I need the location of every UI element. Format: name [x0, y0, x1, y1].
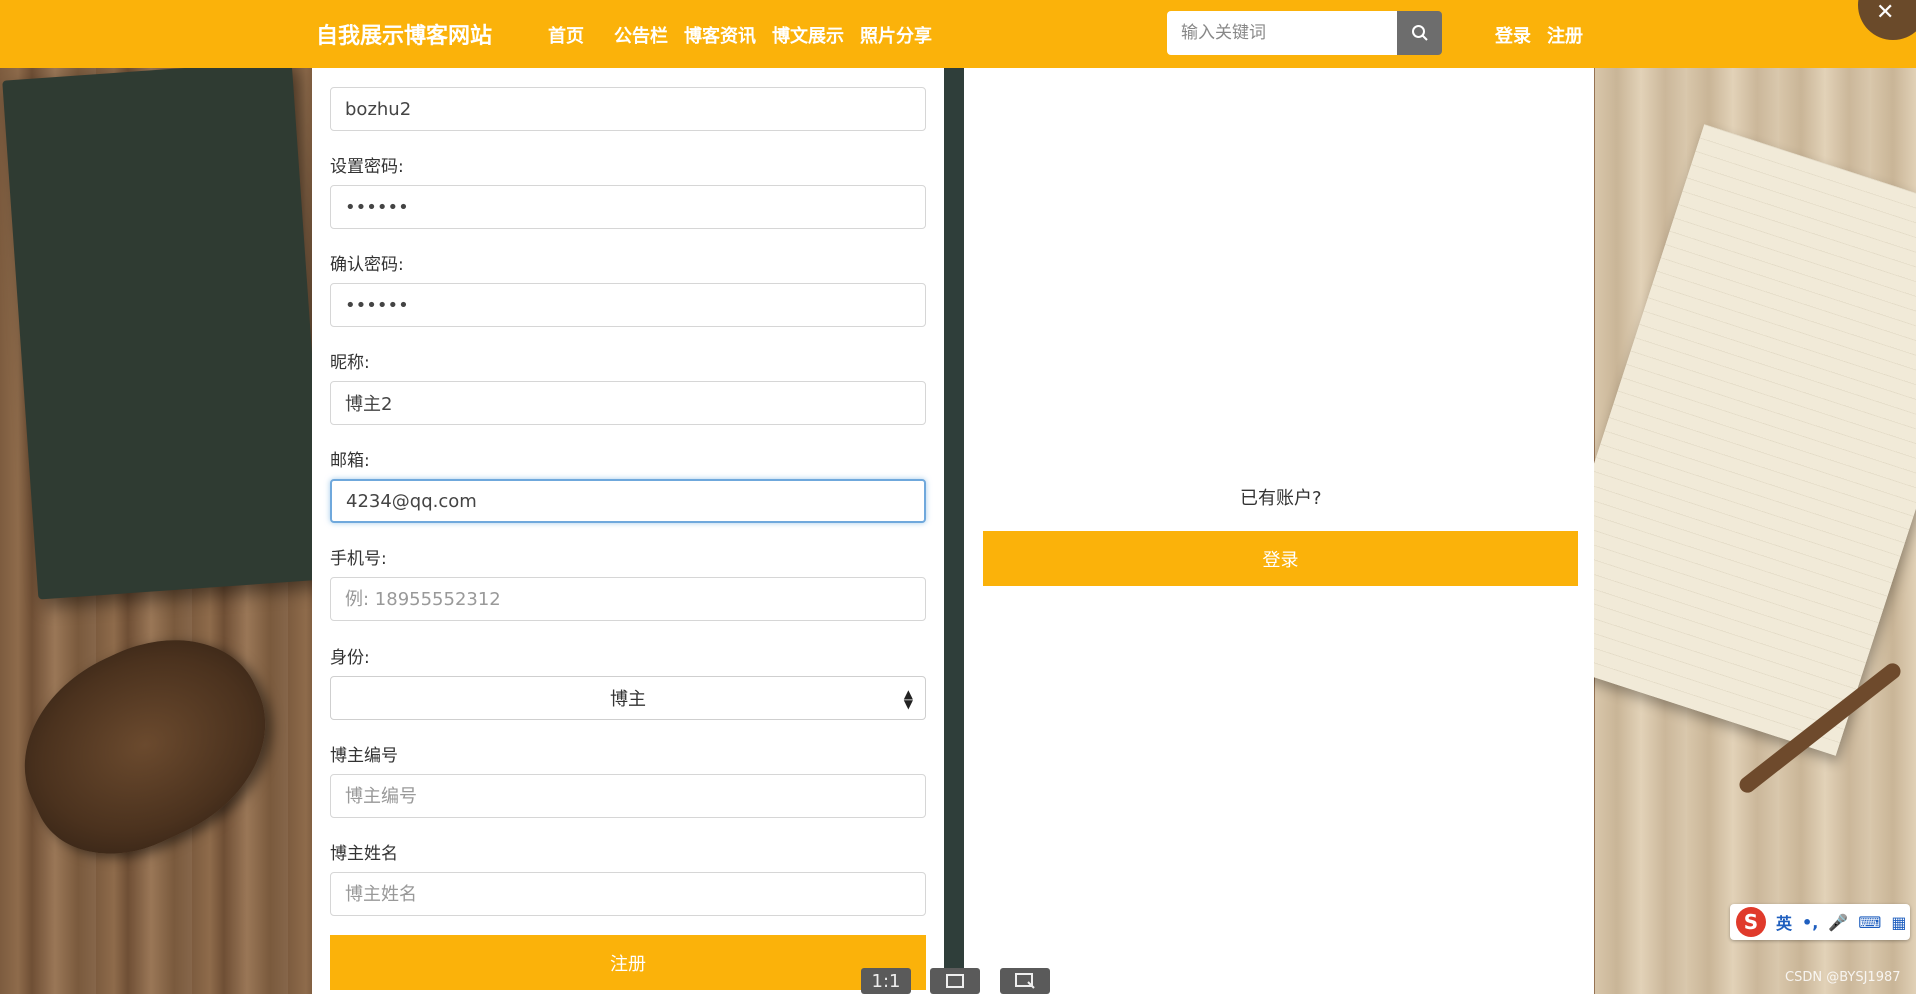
search-icon — [1411, 25, 1428, 41]
close-icon[interactable]: ✕ — [1876, 0, 1894, 25]
fit-window-button[interactable] — [930, 968, 980, 994]
auth-links: 登录 注册 — [1495, 22, 1583, 48]
grid-menu-icon[interactable]: ▦ — [1891, 913, 1906, 932]
screen-mode-icon — [1015, 973, 1035, 989]
search-bar — [1167, 11, 1442, 55]
select-arrows-icon: ▲ ▼ — [903, 687, 913, 711]
ime-logo-icon: S — [1736, 907, 1766, 937]
blogger-id-label: 博主编号 — [330, 746, 398, 766]
account-field[interactable] — [330, 87, 926, 131]
nav-home[interactable]: 首页 — [548, 22, 584, 48]
nav-bulletin[interactable]: 公告栏 — [614, 22, 668, 48]
blogger-id-field[interactable] — [330, 774, 926, 818]
phone-field[interactable] — [330, 577, 926, 621]
ime-toolbar[interactable]: S 英 •, 🎤 ⌨ ▦ — [1730, 904, 1910, 940]
actual-size-button[interactable]: 1:1 — [861, 968, 911, 994]
watermark: CSDN @BYSJ1987 — [1785, 970, 1901, 985]
blogger-name-label: 博主姓名 — [330, 844, 398, 864]
email-label: 邮箱: — [330, 451, 370, 471]
confirm-password-label: 确认密码: — [330, 255, 404, 275]
nav-post-showcase[interactable]: 博文展示 — [772, 22, 844, 48]
email-field[interactable] — [330, 479, 926, 523]
nav-photo-share[interactable]: 照片分享 — [860, 22, 932, 48]
phone-label: 手机号: — [330, 549, 387, 569]
fit-window-icon — [946, 974, 964, 988]
header-register-link[interactable]: 注册 — [1547, 22, 1583, 48]
site-title[interactable]: 自我展示博客网站 — [316, 18, 492, 50]
nickname-label: 昵称: — [330, 353, 370, 373]
search-button[interactable] — [1397, 11, 1442, 55]
nickname-field[interactable] — [330, 381, 926, 425]
register-button[interactable]: 注册 — [330, 935, 926, 990]
search-input[interactable] — [1167, 11, 1397, 55]
confirm-password-field[interactable] — [330, 283, 926, 327]
login-button[interactable]: 登录 — [983, 531, 1578, 586]
ime-language-toggle[interactable]: 英 — [1776, 910, 1792, 934]
background-gap — [944, 68, 964, 994]
role-select[interactable]: 博主 ▲ ▼ — [330, 676, 926, 720]
password-label: 设置密码: — [330, 157, 404, 177]
keyboard-icon[interactable]: ⌨ — [1858, 913, 1881, 932]
microphone-icon[interactable]: 🎤 — [1828, 913, 1848, 932]
decorative-book-image — [2, 60, 328, 600]
top-navbar: 自我展示博客网站 首页 公告栏 博客资讯 博文展示 照片分享 登录 注册 — [0, 0, 1916, 68]
header-login-link[interactable]: 登录 — [1495, 22, 1531, 48]
main-nav: 首页 公告栏 博客资讯 博文展示 照片分享 — [548, 22, 962, 48]
punctuation-icon[interactable]: •, — [1802, 913, 1818, 932]
password-field[interactable] — [330, 185, 926, 229]
role-select-value: 博主 — [610, 689, 646, 710]
blogger-name-field[interactable] — [330, 872, 926, 916]
role-label: 身份: — [330, 648, 370, 668]
nav-blog-news[interactable]: 博客资讯 — [684, 22, 756, 48]
screen-mode-button[interactable] — [1000, 968, 1050, 994]
has-account-text: 已有账户? — [1240, 488, 1322, 509]
